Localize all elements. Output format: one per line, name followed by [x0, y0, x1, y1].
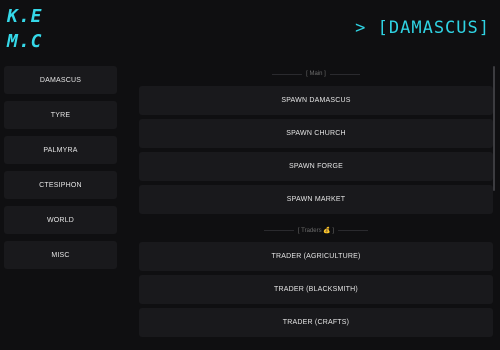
spawn-market-button[interactable]: SPAWN MARKET: [139, 185, 493, 214]
logo-line-2: M.C: [7, 31, 43, 52]
sidebar-item-ctesiphon[interactable]: CTESIPHON: [4, 171, 117, 199]
divider: [338, 229, 369, 231]
section-header-traders: [ Traders 💰 ]: [139, 218, 493, 242]
trader-agriculture-button[interactable]: TRADER (AGRICULTURE): [139, 242, 493, 271]
divider: [263, 229, 294, 231]
trader-blacksmith-button[interactable]: TRADER (BLACKSMITH): [139, 275, 493, 304]
scrollbar[interactable]: [493, 66, 495, 191]
spawn-damascus-button[interactable]: SPAWN DAMASCUS: [139, 86, 493, 115]
sidebar-item-tyre[interactable]: TYRE: [4, 101, 117, 129]
divider: [329, 73, 360, 75]
section-label: [ Main ]: [306, 71, 326, 77]
sidebar: DAMASCUS TYRE PALMYRA CTESIPHON WORLD MI…: [4, 66, 117, 276]
spawn-church-button[interactable]: SPAWN CHURCH: [139, 119, 493, 148]
trader-crafts-button[interactable]: TRADER (CRAFTS): [139, 308, 493, 337]
sidebar-item-palmyra[interactable]: PALMYRA: [4, 136, 117, 164]
divider: [272, 73, 303, 75]
spawn-forge-button[interactable]: SPAWN FORGE: [139, 152, 493, 181]
logo-line-1: K.E: [7, 6, 43, 27]
sidebar-item-misc[interactable]: MISC: [4, 241, 117, 269]
sidebar-item-damascus[interactable]: DAMASCUS: [4, 66, 117, 94]
section-label: [ Traders 💰 ]: [297, 227, 335, 234]
page-title: > [DAMASCUS]: [355, 18, 490, 38]
app-logo: K.E M.C: [7, 4, 43, 54]
sidebar-item-world[interactable]: WORLD: [4, 206, 117, 234]
section-header-main: [ Main ]: [139, 62, 493, 86]
main-panel: [ Main ] SPAWN DAMASCUS SPAWN CHURCH SPA…: [139, 62, 493, 350]
